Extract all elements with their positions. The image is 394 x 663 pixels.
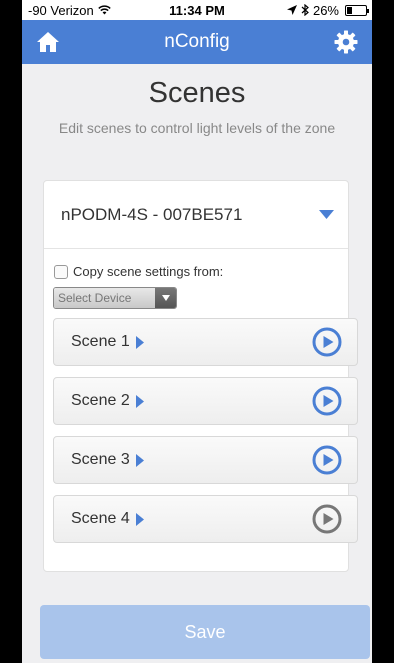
- nav-bar: nConfig: [22, 20, 372, 64]
- scene-label: Scene 1: [71, 333, 130, 350]
- scene-item[interactable]: Scene 4: [53, 495, 358, 543]
- play-circle-icon[interactable]: [312, 504, 342, 534]
- page-title: Scenes: [148, 77, 246, 109]
- copy-settings-label: Copy scene settings from:: [73, 264, 224, 279]
- scene-label: Scene 2: [71, 392, 130, 409]
- select-device-dropdown[interactable]: Select Device: [53, 287, 177, 309]
- caret-right-icon: [135, 453, 144, 467]
- scene-left: Scene 2: [71, 392, 144, 410]
- page-subtitle: Edit scenes to control light levels of t…: [58, 120, 336, 136]
- select-device-value: Select Device: [54, 288, 155, 308]
- settings-button[interactable]: [332, 28, 360, 56]
- gear-icon: [334, 30, 358, 54]
- status-bar: -90 Verizon 11:34 PM 26%: [22, 0, 372, 20]
- app-title: nConfig: [164, 31, 230, 52]
- save-button[interactable]: Save: [40, 605, 370, 659]
- scene-item[interactable]: Scene 3: [53, 436, 358, 484]
- caret-right-icon: [135, 512, 144, 526]
- wifi-icon: [98, 5, 111, 15]
- caret-down-icon: [319, 210, 334, 219]
- device-name: nPODM-4S - 007BE571: [61, 204, 243, 224]
- battery-percent: 26%: [312, 2, 339, 18]
- battery-icon: [345, 4, 369, 16]
- play-circle-icon[interactable]: [312, 327, 342, 357]
- carrier-label: -90 Verizon: [28, 2, 94, 18]
- caret-right-icon: [135, 394, 144, 408]
- location-arrow-icon: [286, 5, 297, 15]
- bluetooth-icon: [301, 4, 309, 16]
- caret-right-icon: [135, 335, 144, 349]
- copy-settings-checkbox[interactable]: [54, 264, 68, 279]
- app-screen: -90 Verizon 11:34 PM 26% nConfig Scenes …: [22, 0, 372, 663]
- copy-settings-row: Copy scene settings from:: [54, 264, 348, 279]
- status-time: 11:34 PM: [169, 2, 225, 18]
- status-right: 26%: [286, 2, 369, 18]
- status-left: -90 Verizon: [28, 3, 111, 18]
- home-icon: [37, 32, 59, 52]
- device-frame: -90 Verizon 11:34 PM 26% nConfig Scenes …: [0, 0, 394, 663]
- home-button[interactable]: [34, 28, 62, 56]
- scene-left: Scene 4: [71, 510, 144, 528]
- select-arrow: [155, 288, 176, 308]
- scene-left: Scene 1: [71, 333, 144, 351]
- scenes-card: nPODM-4S - 007BE571 Copy scene settings …: [43, 180, 358, 572]
- scene-label: Scene 4: [71, 510, 130, 527]
- caret-down-icon: [161, 295, 170, 301]
- scene-item[interactable]: Scene 2: [53, 377, 358, 425]
- play-circle-icon[interactable]: [312, 445, 342, 475]
- scene-label: Scene 3: [71, 451, 130, 468]
- scene-list: Scene 1 Scene 2 Scene 3 Scene 4: [53, 318, 358, 543]
- device-selector[interactable]: nPODM-4S - 007BE571: [44, 181, 348, 249]
- scene-item[interactable]: Scene 1: [53, 318, 358, 366]
- scene-left: Scene 3: [71, 451, 144, 469]
- play-circle-icon[interactable]: [312, 386, 342, 416]
- battery-level: [347, 6, 352, 14]
